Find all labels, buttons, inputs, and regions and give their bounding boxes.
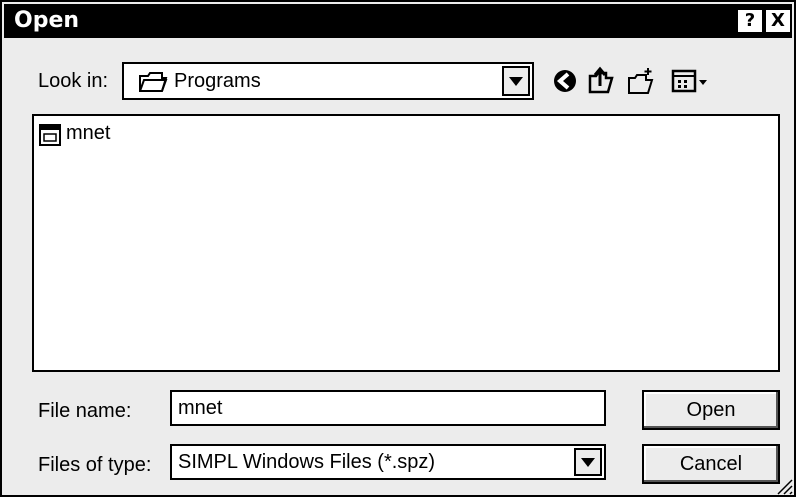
window-title: Open (14, 8, 80, 33)
close-button[interactable]: X (766, 10, 790, 32)
look-in-value: Programs (174, 70, 261, 92)
title-bar[interactable]: Open ? X (4, 4, 792, 38)
new-folder-icon[interactable] (626, 66, 656, 96)
file-name-field[interactable]: mnet (170, 390, 606, 426)
folder-icon (139, 72, 168, 92)
files-of-type-dropdown-button[interactable] (574, 448, 602, 476)
files-of-type-combo[interactable]: SIMPL Windows Files (*.spz) (170, 444, 606, 480)
file-name-value: mnet (178, 397, 223, 419)
view-menu-icon[interactable] (670, 66, 714, 96)
open-dialog: Open ? X Look in: Programs mnet File nam… (0, 0, 796, 497)
resize-grip-icon[interactable] (774, 476, 794, 496)
look-in-dropdown-button[interactable] (502, 66, 530, 96)
chevron-down-icon (509, 77, 523, 86)
look-in-label: Look in: (38, 70, 109, 92)
help-button[interactable]: ? (738, 10, 762, 32)
file-name: mnet (66, 122, 111, 144)
executable-file-icon (39, 124, 61, 146)
file-name-label: File name: (38, 400, 132, 422)
chevron-down-icon (581, 458, 595, 467)
files-of-type-label: Files of type: (38, 454, 152, 476)
back-icon[interactable] (550, 66, 580, 96)
files-of-type-value: SIMPL Windows Files (*.spz) (178, 451, 436, 473)
file-list[interactable]: mnet (32, 114, 780, 372)
up-folder-icon[interactable] (586, 66, 616, 96)
cancel-button[interactable]: Cancel (642, 444, 780, 484)
look-in-combo[interactable]: Programs (122, 62, 534, 100)
open-button[interactable]: Open (642, 390, 780, 430)
